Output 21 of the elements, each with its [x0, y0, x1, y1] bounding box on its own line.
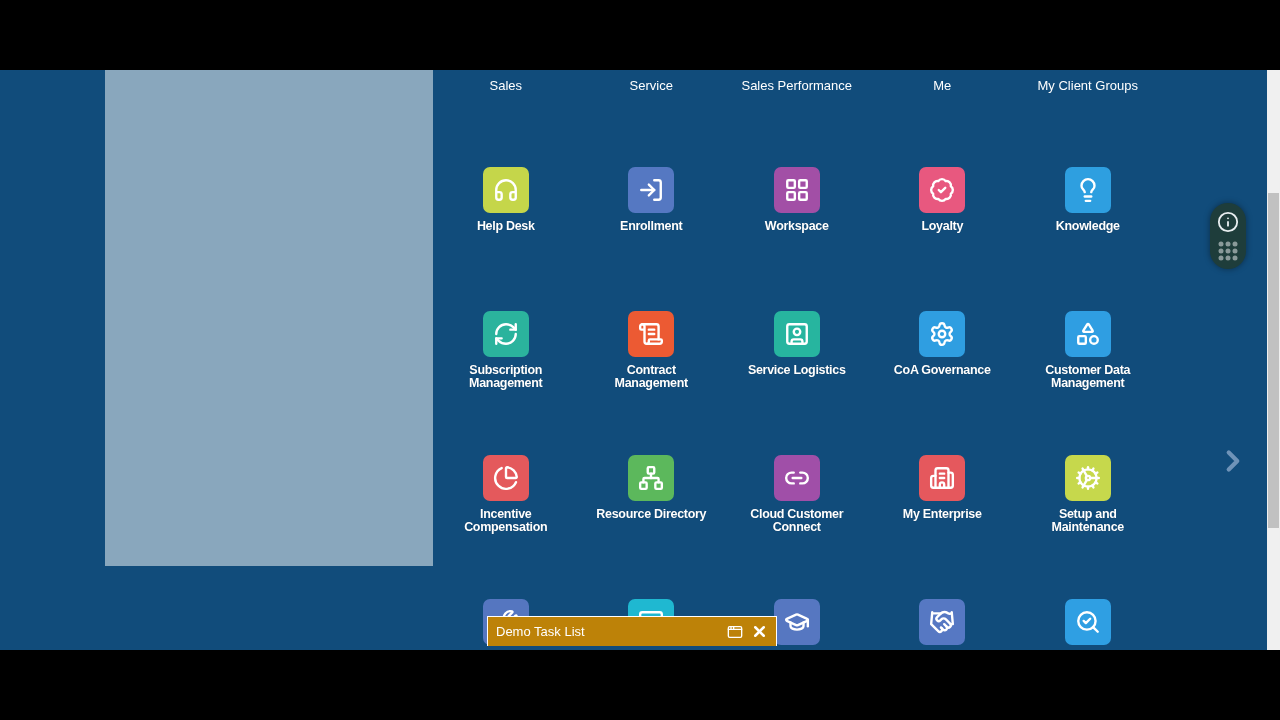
app-label: Subscription Management: [468, 364, 544, 390]
group-label: Sales Performance: [741, 78, 853, 93]
app-label: Cloud Customer Connect: [749, 508, 845, 534]
app-label: Resource Directory: [596, 508, 707, 521]
group-label: Service: [629, 78, 673, 93]
app-label: Knowledge: [1055, 220, 1120, 233]
app-label: Service Logistics: [747, 364, 846, 377]
app-label: CoA Governance: [893, 364, 991, 377]
app-label: Help Desk: [476, 220, 535, 233]
group-label: Sales: [489, 78, 522, 93]
app-label: Loyalty: [921, 220, 964, 233]
app-label: Incentive Compensation: [463, 508, 549, 534]
app-label: Workspace: [764, 220, 829, 233]
app-label: Enrollment: [620, 220, 683, 233]
app-label: Contract Management: [613, 364, 689, 390]
app-label: Customer Data Management: [1044, 364, 1132, 390]
group-label: My Client Groups: [1037, 78, 1138, 93]
app-label: Setup and Maintenance: [1050, 508, 1125, 534]
app-label: My Enterprise: [902, 508, 982, 521]
task-list-title: Demo Task List: [496, 624, 586, 639]
group-label: Me: [933, 78, 952, 93]
